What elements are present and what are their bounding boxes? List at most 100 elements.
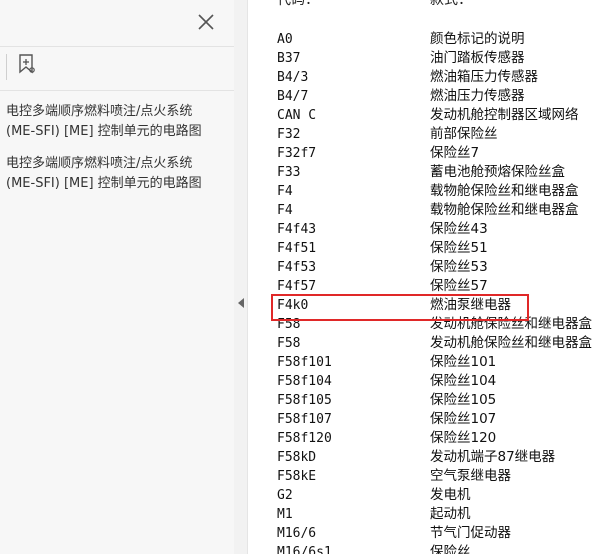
- close-panel-button[interactable]: [192, 10, 220, 38]
- bookmark-icon: [17, 53, 37, 79]
- component-description: 燃油泵继电器: [430, 297, 511, 313]
- component-description: 保险丝43: [430, 221, 488, 237]
- component-code: A0: [277, 32, 293, 47]
- component-code: F58f101: [277, 355, 332, 370]
- column-header-code: 代码：: [277, 0, 319, 8]
- table-row: F58f101 保险丝101: [248, 353, 603, 372]
- component-description: 保险丝105: [430, 392, 497, 408]
- close-icon: [197, 13, 215, 35]
- component-description: 保险丝101: [430, 354, 497, 370]
- add-bookmark-button[interactable]: [13, 52, 41, 80]
- component-code: F58kE: [277, 469, 317, 484]
- table-row: F4k0 燃油泵继电器: [248, 296, 603, 315]
- component-code: F4f51: [277, 241, 317, 256]
- component-description: 蓄电池舱预熔保险丝盒: [430, 164, 565, 180]
- bookmark-item[interactable]: 电控多端顺序燃料喷注/点火系统 (ME-SFI) [ME] 控制单元的电路图: [0, 100, 234, 145]
- component-table: A0 颜色标记的说明 B37 油门踏板传感器 B4/3 燃油箱压力传感器 B4/7 燃油压力传…: [248, 30, 603, 554]
- table-row: F4f53 保险丝53: [248, 258, 603, 277]
- component-code: F4f57: [277, 279, 317, 294]
- bookmark-label-line1: 电控多端顺序燃料喷注/点火系统: [6, 104, 193, 119]
- table-row: F32 前部保险丝: [248, 125, 603, 144]
- component-description: 载物舱保险丝和继电器盒: [430, 202, 579, 218]
- bookmark-label-line1: 电控多端顺序燃料喷注/点火系统: [6, 156, 193, 171]
- table-row: F33 蓄电池舱预熔保险丝盒: [248, 163, 603, 182]
- component-description: 发动机舱保险丝和继电器盒: [430, 316, 592, 332]
- component-code: M16/6s1: [277, 545, 332, 554]
- bookmark-label-line2: (ME-SFI) [ME] 控制单元的电路图: [6, 124, 202, 139]
- component-code: M16/6: [277, 526, 317, 541]
- component-description: 燃油箱压力传感器: [430, 69, 538, 85]
- component-code: F4f43: [277, 222, 317, 237]
- component-description: 发电机: [430, 487, 471, 503]
- component-description: 节气门促动器: [430, 525, 511, 541]
- component-code: F32: [277, 127, 301, 142]
- component-description: 发动机舱控制器区域网络: [430, 107, 579, 123]
- component-code: F58f105: [277, 393, 332, 408]
- component-description: 空气泵继电器: [430, 468, 511, 484]
- panel-divider: [0, 90, 234, 91]
- bookmark-list: 电控多端顺序燃料喷注/点火系统 (ME-SFI) [ME] 控制单元的电路图 电…: [0, 100, 234, 197]
- panel-collapse-strip[interactable]: [234, 0, 248, 554]
- component-code: F33: [277, 165, 301, 180]
- bookmark-label-line2: (ME-SFI) [ME] 控制单元的电路图: [6, 176, 202, 191]
- table-row: F58f104 保险丝104: [248, 372, 603, 391]
- component-description: 前部保险丝: [430, 126, 498, 142]
- table-row: B4/3 燃油箱压力传感器: [248, 68, 603, 87]
- component-code: B37: [277, 51, 301, 66]
- table-row: F4 载物舱保险丝和继电器盒: [248, 182, 603, 201]
- table-row: CAN C 发动机舱控制器区域网络: [248, 106, 603, 125]
- component-code: F4k0: [277, 298, 309, 313]
- component-description: 保险丝: [430, 544, 471, 554]
- component-description: 油门踏板传感器: [430, 50, 525, 66]
- table-row: M1 起动机: [248, 505, 603, 524]
- component-description: 保险丝53: [430, 259, 488, 275]
- component-code: B4/3: [277, 70, 309, 85]
- table-row: F58 发动机舱保险丝和继电器盒: [248, 315, 603, 334]
- table-row: F58f120 保险丝120: [248, 429, 603, 448]
- bookmark-item[interactable]: 电控多端顺序燃料喷注/点火系统 (ME-SFI) [ME] 控制单元的电路图: [0, 152, 234, 197]
- table-row: F4f51 保险丝51: [248, 239, 603, 258]
- component-code: F4: [277, 203, 293, 218]
- component-code: G2: [277, 488, 293, 503]
- collapse-panel-button[interactable]: [236, 296, 245, 310]
- toolbar-separator: [6, 54, 7, 80]
- component-code: F58: [277, 336, 301, 351]
- table-row: M16/6s1 保险丝: [248, 543, 603, 554]
- table-row: G2 发电机: [248, 486, 603, 505]
- document-page: 代码： 款式： A0 颜色标记的说明 B37 油门踏板传感器 B4/3 燃油箱压力传感器 B…: [248, 0, 603, 554]
- component-code: F4: [277, 184, 293, 199]
- component-code: F58f104: [277, 374, 332, 389]
- component-code: F58f107: [277, 412, 332, 427]
- component-description: 燃油压力传感器: [430, 88, 525, 104]
- component-code: B4/7: [277, 89, 309, 104]
- table-row: F58f105 保险丝105: [248, 391, 603, 410]
- table-row: F32f7 保险丝7: [248, 144, 603, 163]
- caret-left-icon: [237, 294, 245, 313]
- table-row: B4/7 燃油压力传感器: [248, 87, 603, 106]
- panel-divider: [0, 46, 234, 47]
- component-code: M1: [277, 507, 293, 522]
- table-row: B37 油门踏板传感器: [248, 49, 603, 68]
- component-description: 发动机端子87继电器: [430, 449, 556, 465]
- bookmark-panel: 电控多端顺序燃料喷注/点火系统 (ME-SFI) [ME] 控制单元的电路图 电…: [0, 0, 235, 554]
- table-row: F58 发动机舱保险丝和继电器盒: [248, 334, 603, 353]
- table-row: F58kE 空气泵继电器: [248, 467, 603, 486]
- table-row: F4f43 保险丝43: [248, 220, 603, 239]
- component-description: 保险丝120: [430, 430, 497, 446]
- component-code: F58kD: [277, 450, 317, 465]
- component-description: 保险丝51: [430, 240, 488, 256]
- component-code: CAN C: [277, 108, 317, 123]
- component-code: F4f53: [277, 260, 317, 275]
- column-header-desc: 款式：: [430, 0, 472, 8]
- component-description: 保险丝57: [430, 278, 488, 294]
- table-row: F4 载物舱保险丝和继电器盒: [248, 201, 603, 220]
- component-description: 保险丝107: [430, 411, 497, 427]
- component-description: 保险丝7: [430, 145, 480, 161]
- component-description: 发动机舱保险丝和继电器盒: [430, 335, 592, 351]
- component-code: F32f7: [277, 146, 317, 161]
- component-description: 载物舱保险丝和继电器盒: [430, 183, 579, 199]
- table-row: M16/6 节气门促动器: [248, 524, 603, 543]
- component-description: 起动机: [430, 506, 471, 522]
- component-description: 颜色标记的说明: [430, 31, 525, 47]
- component-code: F58f120: [277, 431, 332, 446]
